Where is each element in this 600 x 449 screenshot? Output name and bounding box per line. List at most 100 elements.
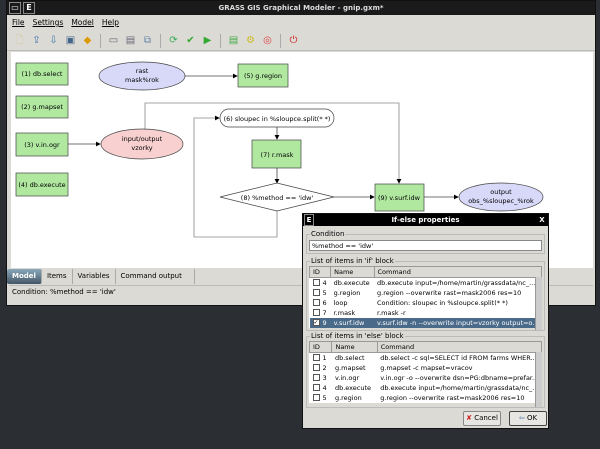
item-checkbox[interactable] [312, 374, 320, 381]
add-relation-icon[interactable]: ⧉ [141, 34, 154, 47]
condition-label: Condition [310, 230, 346, 238]
cancel-x-icon: ✘ [466, 414, 472, 422]
menu-model[interactable]: Model [71, 15, 94, 30]
node-g-region[interactable]: (5) g.region [237, 63, 289, 88]
id-cell: 2 [310, 363, 332, 373]
save-model-icon[interactable]: ⇩ [47, 34, 60, 47]
run-play-icon[interactable]: ▶ [201, 34, 214, 47]
table-row[interactable]: 7 r.mask r.mask -r [310, 308, 542, 318]
name-cell: db.execute [334, 383, 372, 392]
table-row[interactable]: 5 g.region g.region --overwrite rast=mask2… [310, 288, 542, 298]
else-block-group: List of items in 'else' block ID Name Co… [306, 332, 545, 408]
export-image-icon[interactable]: ▣ [64, 34, 77, 47]
node-output-data[interactable]: outputobs_%sloupec_%rok [458, 182, 544, 212]
add-command-icon[interactable]: ▭ [107, 34, 120, 47]
window-menu-icon[interactable]: ▭ [9, 2, 21, 14]
refresh-icon[interactable]: ⟳ [167, 34, 180, 47]
open-model-icon[interactable]: ⇪ [30, 34, 43, 47]
else-items-table: ID Name Command 1 db.select db.select -c s… [309, 341, 542, 407]
table-row[interactable]: 3 v.in.ogr v.in.ogr -o --overwrite dsn=PG:… [310, 373, 542, 383]
dialog-title: If-else properties [391, 216, 460, 224]
name-cell: db.select [334, 353, 365, 362]
node-if-else[interactable]: (8) %method == 'idw' [219, 182, 335, 212]
item-checkbox[interactable] [312, 384, 320, 391]
item-checkbox[interactable] [312, 394, 320, 401]
node-db-execute[interactable]: (4) db.execute [15, 172, 69, 197]
if-block-label: List of items in 'if' block [310, 257, 395, 265]
command-cell: db.select -c sql=SELECT id FROM farms WH… [380, 353, 537, 362]
toolbar-separator [100, 33, 101, 48]
name-cell: g.region [333, 288, 361, 297]
if-else-dialog: E If-else properties X Condition %method… [302, 213, 549, 429]
svg-text:(9) v.surf.idw: (9) v.surf.idw [378, 194, 421, 202]
column-name[interactable]: Name [331, 341, 378, 353]
command-cell: v.in.ogr -o --overwrite dsn=PG:dbname=pr… [380, 373, 539, 382]
add-data-icon[interactable]: ▤ [124, 34, 137, 47]
column-name[interactable]: Name [330, 266, 375, 278]
item-checkbox[interactable] [312, 289, 320, 296]
table-row[interactable]: ✓ 9 v.surf.idw v.surf.idw -n --overwrite in… [309, 317, 542, 328]
item-checkbox[interactable] [312, 354, 320, 362]
table-row[interactable]: 2 g.mapset g.mapset -c mapset=vracov [310, 363, 542, 373]
if-block-group: List of items in 'if' block ID Name Comm… [306, 257, 545, 331]
node-g-mapset[interactable]: (2) g.mapset [15, 95, 69, 119]
tab-model[interactable]: Model [7, 269, 42, 284]
variables-list-icon[interactable]: ▤ [227, 34, 240, 47]
item-checkbox[interactable] [312, 299, 320, 306]
item-checkbox[interactable] [312, 279, 320, 287]
node-db-select[interactable]: (1) db.select [15, 62, 69, 86]
svg-text:(4) db.execute: (4) db.execute [18, 181, 65, 189]
cancel-button[interactable]: ✘ Cancel [463, 411, 501, 426]
menu-file[interactable]: File [12, 15, 25, 30]
item-checkbox[interactable]: ✓ [312, 319, 320, 326]
node-vzorky-data[interactable]: input/outputvzorky [100, 128, 184, 160]
id-cell: 5 [310, 393, 332, 403]
else-scrollbar[interactable] [535, 352, 542, 407]
table-row[interactable]: 4 db.execute db.execute input=/home/martin… [310, 278, 542, 288]
column-command[interactable]: Command [376, 341, 542, 353]
menu-help[interactable]: Help [102, 15, 119, 30]
node-v-surf-idw[interactable]: (9) v.surf.idw [374, 183, 425, 212]
column-id[interactable]: ID [309, 341, 333, 353]
menu-bar: File Settings Model Help [7, 15, 595, 30]
settings-gear-icon[interactable]: ⚙ [244, 34, 257, 47]
close-icon[interactable]: X [537, 214, 547, 226]
svg-text:(3) v.in.ogr: (3) v.in.ogr [24, 141, 60, 149]
ok-button[interactable]: ⇦ OK [509, 411, 547, 426]
command-cell: Condition: sloupec in %sloupce.split(* *… [377, 298, 508, 307]
item-checkbox[interactable] [312, 364, 320, 371]
if-scrollbar[interactable] [535, 277, 542, 330]
item-checkbox[interactable] [312, 309, 320, 316]
condition-input[interactable]: %method == 'idw' [309, 240, 542, 251]
export-python-icon[interactable]: ◆ [81, 34, 94, 47]
node-loop[interactable]: (6) sloupec in %sloupce.split(* *) [219, 108, 335, 128]
node-rast-data[interactable]: rastmask%rok [98, 61, 186, 91]
node-v-in-ogr[interactable]: (3) v.in.ogr [15, 132, 69, 157]
svg-text:(2) g.mapset: (2) g.mapset [21, 103, 63, 111]
column-command[interactable]: Command [373, 266, 542, 278]
table-row[interactable]: 6 loop Condition: sloupec in %sloupce.spli… [310, 298, 542, 308]
tab-command-output[interactable]: Command output [116, 269, 195, 284]
validate-check-icon[interactable]: ✔ [184, 34, 197, 47]
menu-settings[interactable]: Settings [33, 15, 64, 30]
svg-text:output: output [490, 188, 512, 196]
table-row[interactable]: 5 g.region g.region --overwrite rast=mask2… [310, 393, 542, 403]
id-cell: 1 [310, 353, 332, 363]
tab-items[interactable]: Items [42, 269, 73, 284]
toolbar: 🗋 ⇪ ⇩ ▣ ◆ ▭ ▤ ⧉ ⟳ ✔ ▶ ▤ ⚙ ◎ ⏻ [7, 31, 595, 51]
id-cell: ✓ 9 [309, 317, 331, 328]
command-cell: g.region --overwrite rast=mask2006 res=1… [377, 288, 522, 297]
new-model-icon[interactable]: 🗋 [13, 34, 26, 47]
command-cell: v.surf.idw -n --overwrite input=vzorky o… [374, 317, 542, 328]
name-cell: v.surf.idw [330, 317, 374, 328]
id-cell: 6 [310, 298, 331, 308]
tab-variables[interactable]: Variables [73, 269, 116, 284]
table-row[interactable]: 4 db.execute db.execute input=/home/martin… [310, 383, 542, 393]
name-cell: db.execute [333, 278, 370, 287]
name-cell: loop [333, 298, 348, 307]
help-lifebuoy-icon[interactable]: ◎ [261, 34, 274, 47]
node-r-mask[interactable]: (7) r.mask [251, 139, 302, 169]
table-row[interactable]: 1 db.select db.select -c sql=SELECT id FRO… [310, 353, 542, 363]
column-id[interactable]: ID [309, 266, 332, 278]
quit-power-icon[interactable]: ⏻ [287, 34, 300, 47]
